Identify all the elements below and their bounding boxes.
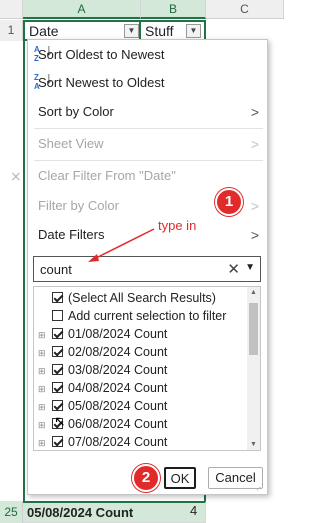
annotation-arrowhead xyxy=(88,254,99,262)
step-badge-2: 2 xyxy=(132,464,160,492)
annotation-arrow xyxy=(91,228,155,261)
type-in-annotation: type in xyxy=(158,218,197,233)
mouse-cursor-icon: ↖ xyxy=(54,413,66,429)
step-badge-1: 1 xyxy=(215,188,243,216)
annotation-overlay xyxy=(88,228,155,262)
